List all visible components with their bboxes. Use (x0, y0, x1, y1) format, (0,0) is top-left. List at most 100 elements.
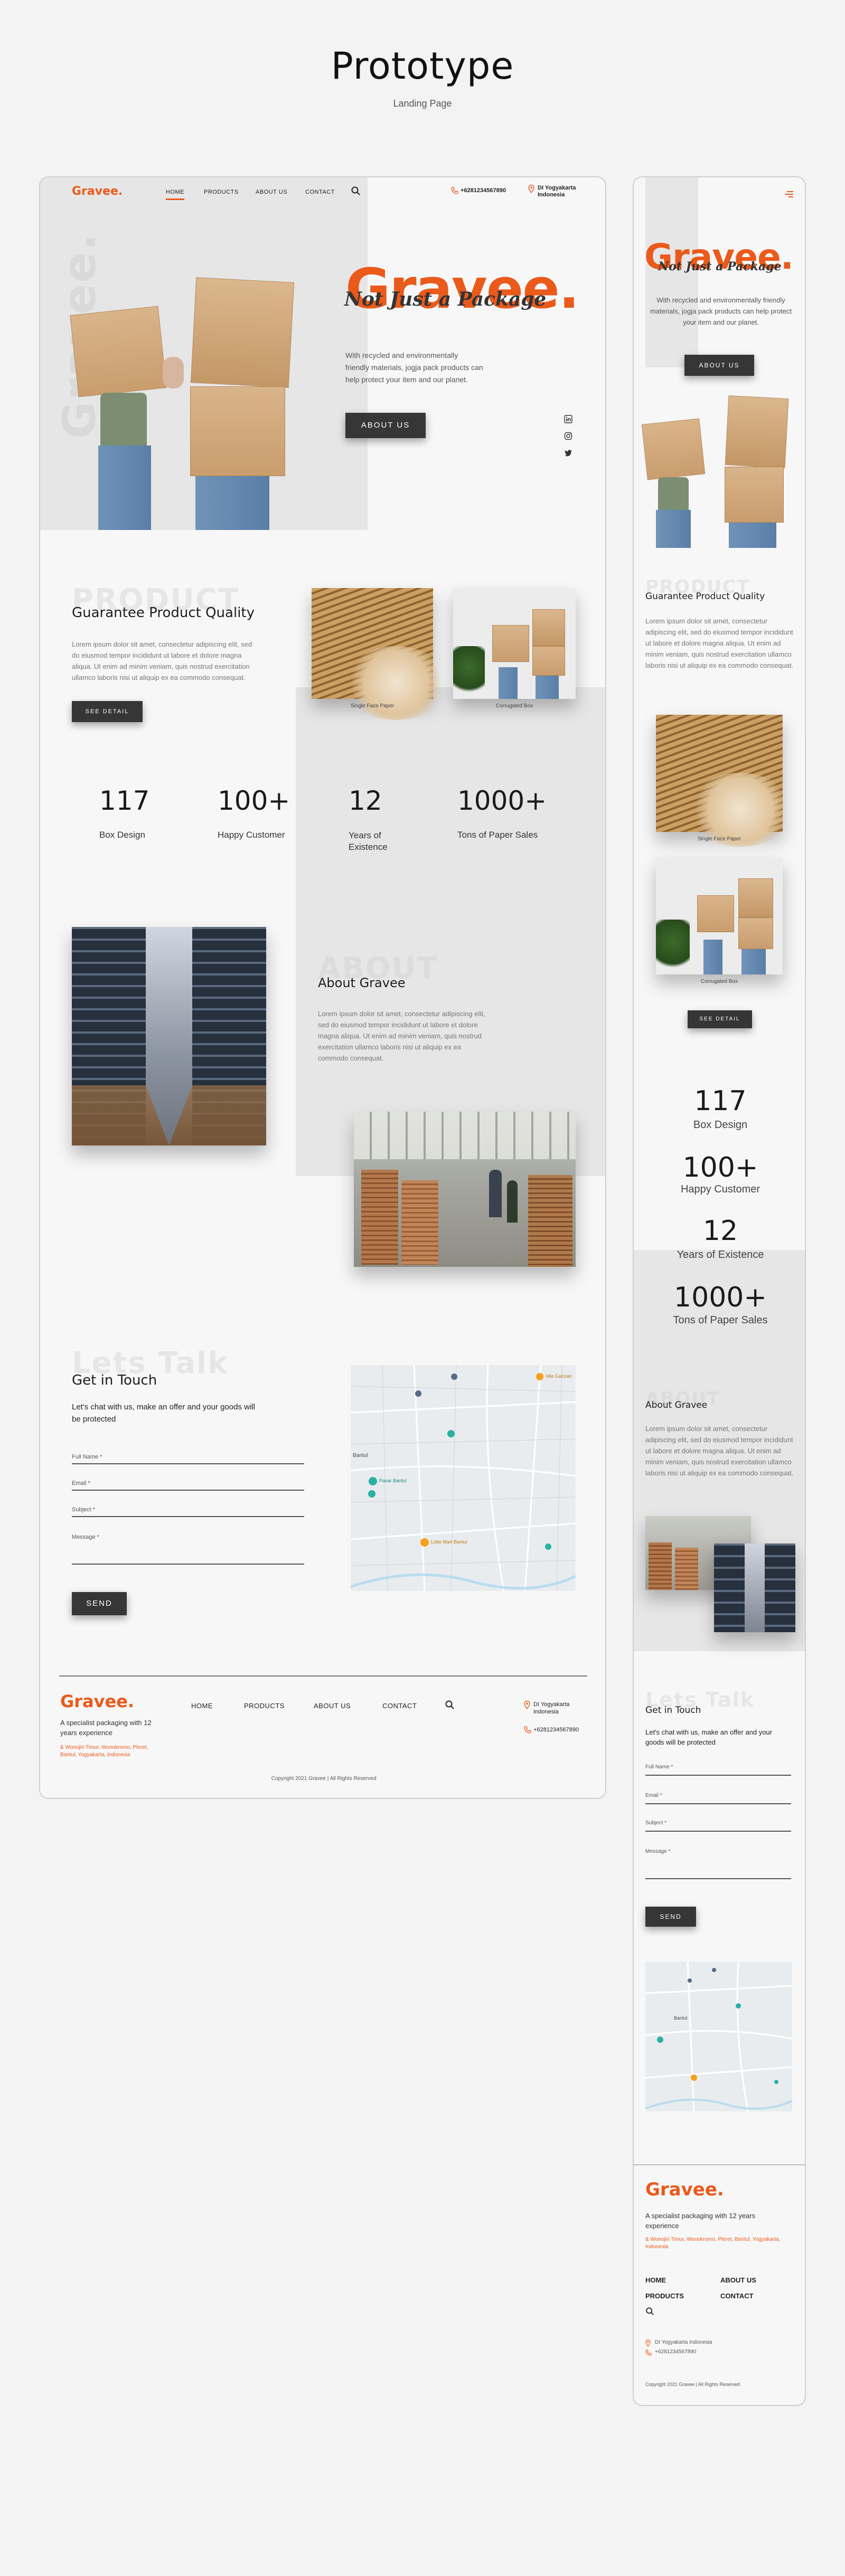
mobile-stat-value: 117 (694, 1085, 747, 1117)
contact-text: Let's chat with us, make an offer and yo… (72, 1403, 255, 1424)
mobile-full-name-input[interactable] (645, 1775, 791, 1776)
stat-value: 100+ (218, 785, 290, 816)
mobile-stat-label: Happy Customer (680, 1183, 760, 1195)
mobile-footer-copyright: Copyright 2021 Gravee | All Rights Reser… (645, 2382, 740, 2387)
page-title: Prototype (331, 44, 514, 88)
product-image-single-face[interactable] (312, 588, 449, 720)
mobile-subject-input[interactable] (645, 1831, 791, 1832)
mobile-about-image-warehouse (714, 1543, 795, 1632)
footer-address-colored: & Wonojiri Timur, Wonokromo, Pleret, Ban… (60, 1745, 148, 1758)
subject-label: Subject * (72, 1507, 96, 1513)
mobile-see-detail-button[interactable]: SEE DETAIL (688, 1010, 752, 1028)
mobile-email-input[interactable] (645, 1803, 791, 1804)
search-icon[interactable] (351, 186, 361, 196)
product-image-corrugated[interactable] (453, 588, 576, 699)
mobile-footer-phone[interactable]: +6281234567890 (655, 2349, 696, 2355)
subject-input[interactable] (72, 1516, 304, 1517)
footer-logo[interactable]: Gravee. (60, 1691, 134, 1711)
mobile-product-title: Guarantee Product Quality (645, 591, 765, 602)
stat-value: 12 (349, 785, 382, 816)
nav-products[interactable]: PRODUCTS (204, 189, 239, 195)
nav-phone[interactable]: +6281234567890 (461, 187, 506, 194)
mobile-footer-divider (634, 2164, 805, 2165)
mobile-footer-logo[interactable]: Gravee. (645, 2179, 724, 2200)
mobile-subject-label: Subject * (645, 1820, 667, 1826)
footer-about[interactable]: ABOUT US (314, 1702, 351, 1710)
about-title: About Gravee (318, 976, 406, 990)
page-subtitle: Landing Page (393, 98, 452, 109)
hero-image (63, 262, 317, 530)
desktop-frame: Gravee. HOME PRODUCTS ABOUT US CONTACT +… (39, 176, 606, 1799)
mobile-hero-text: With recycled and environmentally friend… (650, 296, 792, 326)
send-button[interactable]: SEND (72, 1592, 127, 1615)
mobile-footer-phone-icon (645, 2349, 652, 2356)
product-text: Lorem ipsum dolor sit amet, consectetur … (72, 640, 252, 681)
footer-divider (59, 1675, 587, 1677)
mobile-email-label: Email * (645, 1793, 662, 1798)
mobile-contact-map[interactable]: Bantul (645, 1962, 792, 2111)
nav-logo[interactable]: Gravee. (72, 185, 123, 198)
mobile-about-us-button[interactable]: ABOUT US (684, 355, 754, 376)
product-caption-2: Corrugated Box (495, 703, 533, 709)
nav-contact[interactable]: CONTACT (305, 189, 335, 195)
nav-home[interactable]: HOME (166, 189, 184, 200)
mobile-footer-address: DI Yogyakarta Indonesia (655, 2340, 712, 2345)
mobile-footer-location-icon (645, 2340, 651, 2347)
mobile-send-button[interactable]: SEND (645, 1907, 696, 1927)
mobile-footer-search-icon[interactable] (645, 2307, 655, 2316)
mobile-stat-value: 1000+ (674, 1282, 767, 1313)
footer-search-icon[interactable] (445, 1700, 455, 1710)
mobile-footer-tagline: A specialist packaging with 12 years exp… (645, 2212, 756, 2230)
mobile-message-label: Message * (645, 1849, 671, 1854)
footer-location-icon (524, 1700, 530, 1710)
nav-about[interactable]: ABOUT US (256, 189, 287, 195)
mobile-stat-value: 100+ (682, 1152, 758, 1183)
about-text: Lorem ipsum dolor sit amet, consectetur … (318, 1010, 485, 1062)
stat-value: 117 (99, 785, 150, 816)
footer-contact[interactable]: CONTACT (382, 1702, 417, 1710)
footer-tagline: A specialist packaging with 12 years exp… (60, 1719, 152, 1737)
linkedin-icon[interactable] (564, 415, 572, 423)
location-icon (528, 184, 534, 194)
about-image-factory (354, 1112, 576, 1267)
mobile-footer-home[interactable]: HOME (645, 2276, 666, 2284)
stat-label: Box Design (99, 830, 145, 840)
about-image-warehouse (72, 927, 266, 1145)
mobile-message-input[interactable] (645, 1878, 791, 1879)
mobile-contact-text: Let's chat with us, make an offer and yo… (645, 1728, 772, 1746)
mobile-footer-address-colored: & Wonojiri Timur, Wonokromo, Pleret, Ban… (645, 2237, 781, 2250)
mobile-product-caption-2: Corrugated Box (700, 979, 738, 984)
mobile-stat-value: 12 (702, 1215, 738, 1247)
menu-icon[interactable] (784, 190, 794, 198)
map-label: Bantul (353, 1453, 368, 1459)
mobile-footer-contact[interactable]: CONTACT (720, 2292, 754, 2300)
email-label: Email * (72, 1480, 90, 1486)
footer-phone-icon (524, 1726, 531, 1734)
footer-home[interactable]: HOME (191, 1702, 213, 1710)
instagram-icon[interactable] (564, 432, 572, 440)
full-name-input[interactable] (72, 1463, 304, 1464)
mobile-full-name-label: Full Name * (645, 1764, 673, 1770)
mobile-footer-products[interactable]: PRODUCTS (645, 2292, 684, 2300)
mobile-product-image-2[interactable] (656, 857, 783, 974)
map-label: Mie Gacoan (546, 1374, 572, 1379)
email-input[interactable] (72, 1490, 304, 1491)
mobile-about-text: Lorem ipsum dolor sit amet, consectetur … (645, 1425, 794, 1477)
footer-products[interactable]: PRODUCTS (244, 1702, 285, 1710)
twitter-icon[interactable] (564, 449, 572, 457)
about-panel (296, 687, 605, 1176)
contact-map[interactable]: Bantul Mie Gacoan Lotte Mart Bantul Pasa… (351, 1365, 576, 1591)
mobile-about-title: About Gravee (645, 1400, 708, 1410)
message-input[interactable] (72, 1564, 304, 1565)
phone-icon (451, 187, 458, 194)
about-us-button[interactable]: ABOUT US (345, 413, 426, 438)
mobile-product-image-1[interactable] (656, 715, 793, 847)
stat-label: Happy Customer (218, 830, 285, 840)
footer-phone[interactable]: +6281234567890 (533, 1727, 579, 1733)
full-name-label: Full Name * (72, 1454, 102, 1460)
mobile-footer-about[interactable]: ABOUT US (720, 2276, 756, 2284)
hero-script: Not Just a Package (344, 288, 547, 310)
mobile-product-text: Lorem ipsum dolor sit amet, consectetur … (645, 617, 794, 669)
contact-title: Get in Touch (72, 1372, 157, 1388)
see-detail-button[interactable]: SEE DETAIL (72, 701, 143, 722)
